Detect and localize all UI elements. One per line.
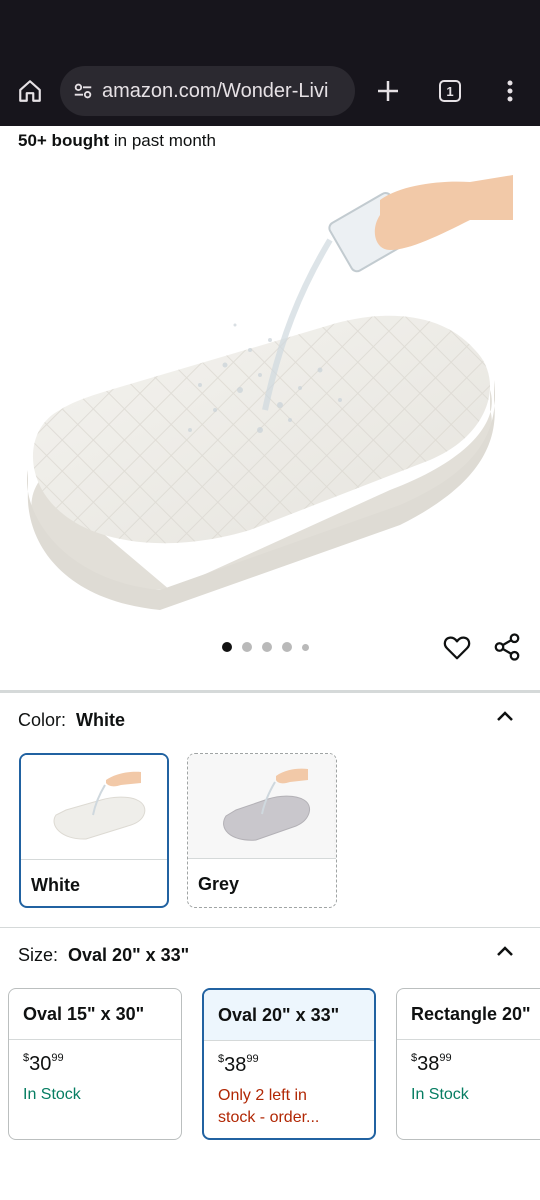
tab-switcher-button[interactable]: 1 — [434, 75, 466, 107]
color-option-label: White — [31, 875, 80, 895]
product-image[interactable] — [0, 160, 540, 620]
heart-icon[interactable] — [442, 632, 472, 662]
price-whole: 38 — [417, 1053, 440, 1075]
price-whole: 38 — [224, 1054, 247, 1076]
section-divider — [0, 690, 540, 693]
address-bar[interactable]: amazon.com/Wonder-Livi — [60, 66, 355, 116]
size-option-price: $3099 — [23, 1052, 64, 1076]
color-option-grey[interactable]: Grey — [187, 753, 337, 908]
bought-count: 50+ bought — [18, 131, 110, 150]
site-settings-icon[interactable] — [70, 78, 96, 104]
color-selected-value: White — [76, 710, 126, 730]
new-tab-icon[interactable] — [372, 75, 404, 107]
size-selector-header[interactable]: Size: Oval 20" x 33" — [18, 945, 189, 966]
chevron-up-icon[interactable] — [493, 940, 517, 964]
stock-status: In Stock — [23, 1086, 81, 1103]
size-option-name: Oval 20" x 33" — [204, 990, 374, 1040]
carousel-dot[interactable] — [222, 642, 232, 652]
carousel-dot[interactable] — [302, 643, 309, 651]
price-fraction: 99 — [246, 1053, 259, 1065]
image-carousel-dots[interactable] — [222, 642, 309, 652]
size-option-card[interactable]: Rectangle 20" $3899 In Stock — [396, 988, 540, 1140]
stock-status: In Stock — [411, 1086, 469, 1103]
size-option-card-selected[interactable]: Oval 20" x 33" $3899 Only 2 left in stoc… — [202, 988, 376, 1140]
size-option-card[interactable]: Oval 15" x 30" $3099 In Stock — [8, 988, 182, 1140]
price-whole: 30 — [29, 1053, 52, 1075]
color-option-white[interactable]: White — [19, 753, 169, 908]
size-option-name: Rectangle 20" — [411, 1004, 531, 1024]
color-selector-header[interactable]: Color: White — [18, 710, 125, 731]
stock-status-line: stock - order... — [218, 1109, 320, 1126]
stock-status-line: Only 2 left in — [218, 1087, 307, 1104]
size-option-name: Oval 15" x 30" — [23, 1004, 145, 1024]
status-bar — [0, 0, 540, 56]
size-selected-value: Oval 20" x 33" — [68, 945, 190, 965]
size-option-price: $3899 — [218, 1053, 259, 1077]
tab-count: 1 — [446, 83, 454, 99]
carousel-dot[interactable] — [262, 642, 272, 652]
bought-suffix: in past month — [113, 131, 216, 150]
browser-toolbar: amazon.com/Wonder-Livi 1 — [0, 56, 540, 126]
share-icon[interactable] — [492, 632, 522, 662]
home-icon[interactable] — [14, 75, 46, 107]
size-option-price: $3899 — [411, 1052, 452, 1076]
url-text: amazon.com/Wonder-Livi — [102, 79, 329, 102]
carousel-dot[interactable] — [242, 642, 252, 652]
swatch-image-grey — [188, 754, 336, 858]
more-options-icon[interactable] — [494, 75, 526, 107]
stock-status: Only 2 left in stock - order... — [218, 1085, 319, 1129]
size-label: Size: — [18, 945, 59, 965]
bought-in-past-month: 50+ bought in past month — [18, 131, 216, 151]
price-fraction: 99 — [51, 1052, 64, 1064]
chevron-up-icon[interactable] — [493, 705, 517, 729]
swatch-image-white — [21, 755, 167, 859]
color-option-label: Grey — [198, 874, 240, 894]
section-divider — [0, 927, 540, 928]
color-label: Color: — [18, 710, 67, 730]
carousel-dot[interactable] — [282, 642, 292, 652]
price-fraction: 99 — [439, 1052, 452, 1064]
